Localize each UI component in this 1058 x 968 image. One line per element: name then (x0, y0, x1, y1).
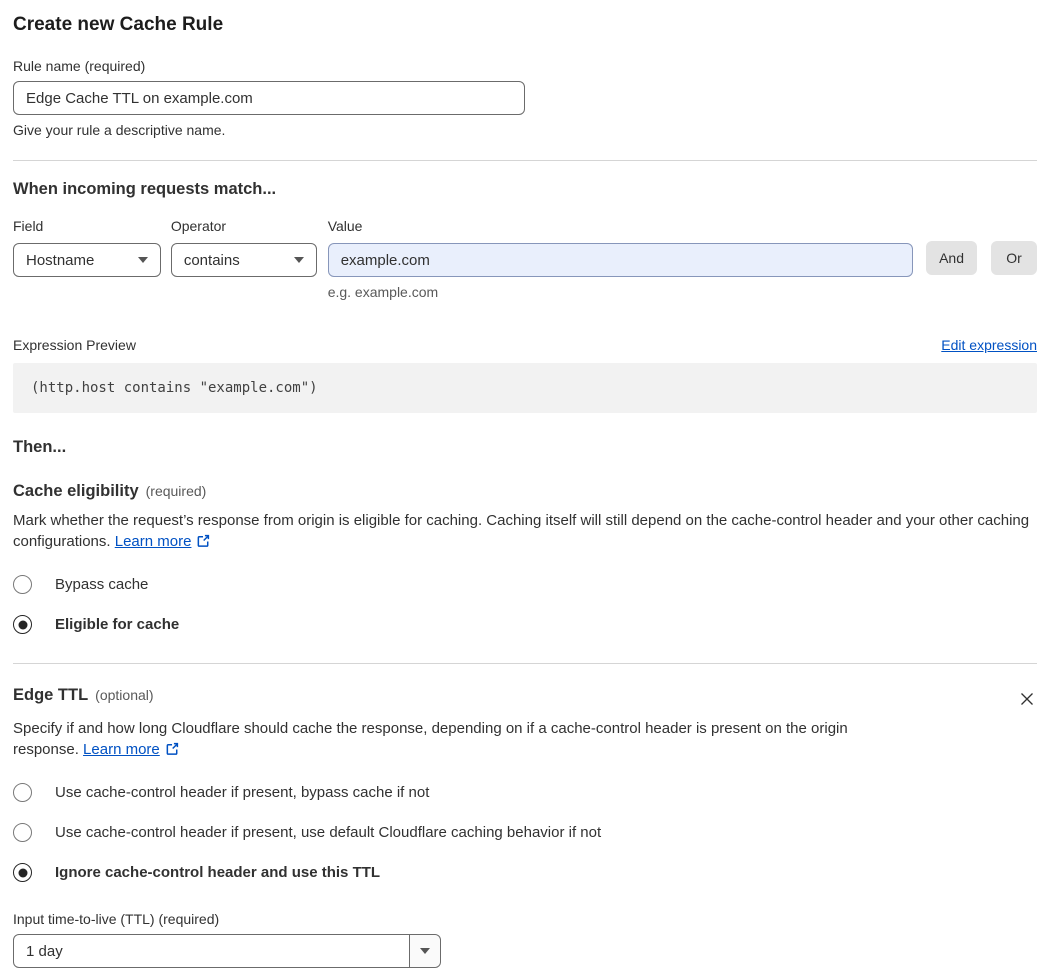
operator-column: Operator contains (170, 218, 317, 277)
rule-name-label: Rule name (required) (13, 58, 146, 74)
cache-eligibility-title: Cache eligibility (13, 482, 139, 500)
ttl-label: Input time-to-live (TTL) (required) (13, 911, 220, 927)
radio-label: Use cache-control header if present, byp… (55, 784, 430, 801)
expression-header: Expression Preview Edit expression (13, 337, 1037, 353)
chevron-down-icon (420, 948, 430, 954)
expression-code: (http.host contains "example.com") (13, 363, 1037, 413)
operator-select[interactable]: contains (170, 243, 317, 277)
radio-use-header-default[interactable]: Use cache-control header if present, use… (13, 823, 1037, 842)
and-button[interactable]: And (926, 241, 977, 275)
then-heading: Then... (13, 438, 67, 456)
radio-label: Bypass cache (55, 576, 149, 593)
cache-rule-form: Create new Cache Rule Rule name (require… (0, 0, 1058, 968)
radio-ignore-header-use-ttl[interactable]: Ignore cache-control header and use this… (13, 863, 1037, 882)
match-heading: When incoming requests match... (13, 180, 277, 198)
divider (13, 160, 1037, 161)
edit-expression-link[interactable]: Edit expression (941, 337, 1037, 353)
expression-preview-label: Expression Preview (13, 337, 136, 353)
divider (13, 663, 1037, 664)
match-section: When incoming requests match... Field Ho… (13, 180, 1037, 300)
rule-name-input[interactable] (13, 81, 525, 115)
radio-eligible-for-cache[interactable]: Eligible for cache (13, 615, 1037, 634)
value-input[interactable] (327, 243, 914, 277)
chevron-down-icon (293, 257, 304, 263)
close-edge-ttl-button[interactable] (1017, 689, 1037, 709)
edge-ttl-title: Edge TTL (13, 686, 89, 704)
page-title: Create new Cache Rule (13, 14, 224, 35)
radio-label: Ignore cache-control header and use this… (55, 864, 381, 881)
ttl-group: Input time-to-live (TTL) (required) 1 da… (13, 911, 1037, 968)
edge-ttl-learn-more-link[interactable]: Learn more (83, 741, 160, 758)
value-column: Value e.g. example.com (327, 218, 914, 300)
edge-ttl-header: Edge TTL (optional) (13, 686, 1037, 709)
operator-label: Operator (170, 218, 227, 234)
external-link-icon (196, 533, 211, 554)
value-label: Value (327, 218, 363, 234)
radio-label: Use cache-control header if present, use… (55, 824, 602, 841)
value-helper: e.g. example.com (327, 284, 439, 300)
condition-buttons: And Or (926, 218, 1037, 275)
radio-icon (13, 575, 32, 594)
radio-use-header-bypass[interactable]: Use cache-control header if present, byp… (13, 783, 1037, 802)
or-button[interactable]: Or (991, 241, 1037, 275)
field-select-value: Hostname (26, 251, 95, 269)
close-icon (1019, 693, 1035, 710)
ttl-select[interactable]: 1 day (13, 934, 441, 968)
field-label: Field (13, 218, 44, 234)
cache-eligibility-header: Cache eligibility (required) (13, 482, 1037, 501)
radio-icon (13, 823, 32, 842)
radio-label: Eligible for cache (55, 616, 180, 633)
radio-icon (13, 783, 32, 802)
radio-bypass-cache[interactable]: Bypass cache (13, 575, 1037, 594)
radio-icon (13, 615, 32, 634)
ttl-select-value: 1 day (26, 942, 63, 960)
rule-name-group: Rule name (required) Give your rule a de… (13, 58, 1037, 138)
edge-ttl-requirement: (optional) (95, 687, 154, 703)
cache-eligibility-description: Mark whether the request’s response from… (13, 510, 1037, 554)
cache-eligibility-requirement: (required) (145, 483, 207, 499)
radio-icon (13, 863, 32, 882)
operator-select-value: contains (183, 251, 240, 269)
edge-ttl-description: Specify if and how long Cloudflare shoul… (13, 718, 853, 762)
match-row: Field Hostname Operator contains Value e… (13, 218, 1037, 300)
chevron-down-icon (137, 257, 148, 263)
cache-eligibility-learn-more-link[interactable]: Learn more (115, 533, 192, 550)
ttl-select-dropdown-button[interactable] (409, 935, 440, 967)
field-select[interactable]: Hostname (13, 243, 161, 277)
external-link-icon (165, 741, 180, 762)
field-column: Field Hostname (13, 218, 161, 277)
rule-name-helper: Give your rule a descriptive name. (13, 122, 226, 138)
